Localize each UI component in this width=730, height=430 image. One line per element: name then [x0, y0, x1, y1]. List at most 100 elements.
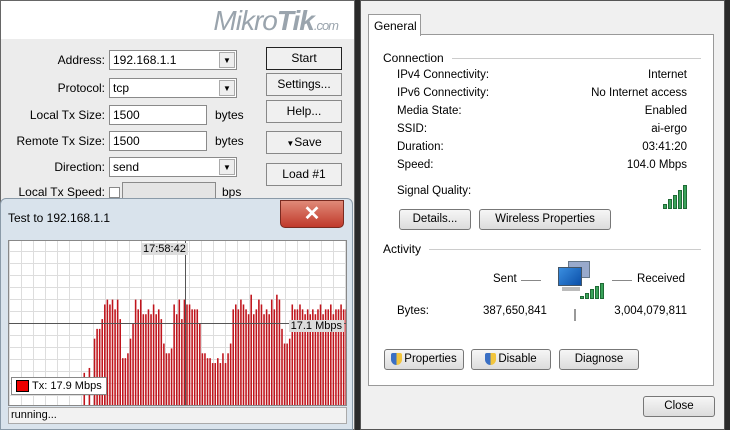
signal-bar	[678, 189, 682, 209]
tx-bar	[276, 294, 278, 405]
address-select[interactable]: 192.168.1.1 ▼	[109, 50, 237, 70]
tx-bar	[242, 304, 245, 405]
signal-bar	[590, 289, 594, 299]
direction-value: send	[113, 160, 140, 174]
tx-bar	[124, 358, 127, 405]
tx-bar	[119, 319, 121, 405]
protocol-select[interactable]: tcp ▼	[109, 78, 237, 98]
tx-bar	[173, 304, 175, 405]
connection-row-label: Media State:	[397, 105, 462, 117]
tx-bar	[240, 299, 242, 405]
tx-bar	[222, 353, 224, 405]
tx-bar	[165, 353, 168, 405]
bytes-received-value: 3,004,079,811	[614, 305, 687, 317]
tx-bar	[250, 294, 252, 405]
tx-chart: 17:58:42 17.1 Mbps Tx: 17.9 Mbps	[8, 240, 347, 406]
load-1-button[interactable]: Load #1	[266, 163, 342, 186]
chevron-down-icon: ▼	[219, 159, 235, 175]
disable-button[interactable]: Disable	[471, 349, 551, 370]
connection-row: IPv4 Connectivity: Internet	[397, 69, 687, 81]
uac-shield-icon	[485, 352, 497, 365]
wireless-properties-button[interactable]: Wireless Properties	[479, 209, 611, 230]
tx-bar	[183, 299, 186, 405]
cursor-time-label: 17:58:42	[141, 243, 188, 255]
tx-bar	[209, 358, 211, 405]
tx-bar	[122, 358, 124, 405]
remote-tx-size-label: Remote Tx Size:	[16, 134, 105, 148]
chevron-down-icon: ▼	[219, 80, 235, 96]
sent-line	[521, 280, 541, 281]
tx-bar	[258, 299, 260, 405]
tx-bar	[168, 353, 170, 405]
connection-row-value: ai-ergo	[651, 123, 687, 135]
signal-bar	[673, 194, 677, 209]
start-button[interactable]: Start	[266, 47, 342, 70]
connection-row-value: Internet	[648, 69, 687, 81]
connection-row: Media State: Enabled	[397, 105, 687, 117]
tx-bar	[229, 343, 232, 405]
chart-legend: Tx: 17.9 Mbps	[11, 377, 107, 395]
tx-bar	[263, 314, 265, 405]
remote-tx-size-value: 1500	[113, 134, 140, 148]
connection-row-label: Speed:	[397, 159, 434, 171]
connection-heading: Connection	[383, 51, 444, 65]
address-value: 192.168.1.1	[113, 53, 177, 67]
connection-row: Duration: 03:41:20	[397, 141, 687, 153]
field-row: Remote Tx Size: 1500 bytes	[1, 130, 244, 152]
tab-general[interactable]: General	[368, 14, 421, 36]
activity-section: Activity	[383, 242, 701, 256]
field-row: Address: 192.168.1.1 ▼	[1, 49, 237, 71]
signal-quality-row: Signal Quality:	[397, 185, 687, 209]
tx-bar	[227, 353, 229, 405]
connection-section: Connection	[383, 51, 701, 65]
tx-bar	[134, 299, 137, 405]
tx-bar	[127, 353, 129, 405]
signal-bars-icon	[663, 185, 687, 209]
uac-shield-icon	[391, 352, 403, 365]
cursor-value-label: 17.1 Mbps	[288, 320, 344, 332]
remote-tx-size-input[interactable]: 1500	[109, 131, 207, 151]
tx-bar	[219, 363, 222, 405]
connection-row-value: Enabled	[644, 105, 687, 117]
connection-row-value: 03:41:20	[642, 141, 687, 153]
help-button[interactable]: Help...	[266, 100, 342, 123]
tx-bar	[170, 348, 173, 405]
tx-bar	[252, 314, 255, 405]
wireless-status-window: General Connection IPv4 Connectivity: Int…	[360, 0, 725, 430]
tx-bar	[175, 314, 178, 405]
local-tx-speed-label: Local Tx Speed:	[18, 185, 105, 199]
diagnose-button[interactable]: Diagnose	[559, 349, 639, 370]
tx-bar	[281, 328, 283, 405]
close-dialog-button[interactable]: Close	[643, 396, 715, 417]
test-window-title: Test to 192.168.1.1	[8, 211, 111, 225]
close-button[interactable]: ✕	[280, 200, 344, 228]
properties-label: Properties	[404, 353, 457, 365]
properties-button[interactable]: Properties	[384, 349, 464, 370]
local-tx-size-input[interactable]: 1500	[109, 105, 207, 125]
signal-bar	[580, 295, 584, 299]
settings-button[interactable]: Settings...	[266, 73, 342, 96]
connection-row: SSID: ai-ergo	[397, 123, 687, 135]
local-tx-speed-checkbox[interactable]	[109, 186, 120, 198]
chevron-down-icon: ▼	[219, 52, 235, 68]
signal-quality-label: Signal Quality:	[397, 185, 472, 197]
direction-select[interactable]: send ▼	[109, 157, 237, 177]
tx-bar	[211, 363, 214, 405]
general-panel: Connection IPv4 Connectivity: Internet IPv…	[368, 34, 714, 386]
protocol-label: Protocol:	[57, 81, 105, 95]
save-button[interactable]: ▼Save	[266, 131, 342, 154]
tx-bar	[188, 304, 191, 405]
tx-bar	[268, 314, 270, 405]
tx-bar	[283, 343, 286, 405]
signal-bar	[683, 185, 687, 209]
tx-bar	[260, 304, 263, 405]
tx-bar	[199, 324, 201, 405]
local-tx-size-unit: bytes	[215, 108, 244, 122]
legend-swatch	[16, 380, 29, 392]
tx-bar	[132, 324, 134, 405]
received-line	[612, 280, 632, 281]
tx-bar	[206, 358, 209, 405]
tx-bar	[181, 319, 183, 405]
save-label: Save	[294, 135, 322, 149]
details-button[interactable]: Details...	[399, 209, 471, 230]
